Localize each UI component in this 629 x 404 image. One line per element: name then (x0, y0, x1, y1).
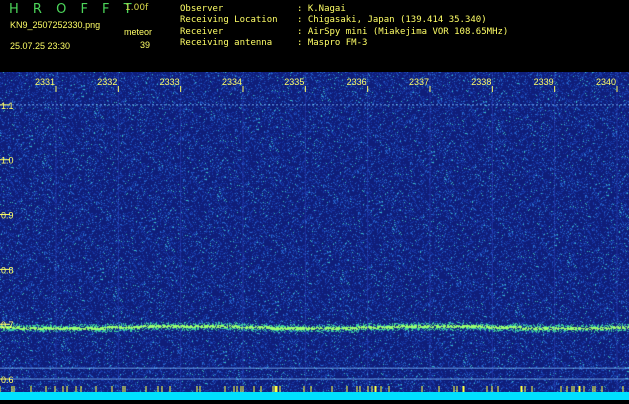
y-tick-label: 1.1 (1, 101, 14, 111)
meteor-count: 39 (140, 40, 151, 50)
x-tick-label: 2337 (409, 77, 429, 87)
x-tick-label: 2340 (596, 77, 616, 87)
observer-label: Observer (180, 4, 224, 14)
spectrogram-overlay: 1.1 1.0 0.9 0.8 0.7 0.6 2331 2332 2333 2334 2335 23… (0, 72, 629, 400)
x-tick-label: 2331 (35, 77, 55, 87)
location-value: : Chigasaki, Japan (139.414 35.340) (297, 15, 487, 25)
x-tick-label: 2336 (347, 77, 367, 87)
x-tick-label: 2338 (471, 77, 491, 87)
x-tick-label: 2339 (534, 77, 554, 87)
bottom-strip (0, 392, 629, 400)
receiver-value: : AirSpy mini (Miakejima VOR 108.65MHz) (297, 27, 509, 37)
location-label: Receiving Location (180, 15, 278, 25)
y-tick-label: 0.8 (1, 265, 14, 275)
antenna-value: : Maspro FM-3 (297, 38, 368, 48)
x-tick-label: 2333 (160, 77, 180, 87)
y-tick-label: 0.7 (1, 320, 14, 330)
meteor-label: meteor (124, 27, 153, 37)
antenna-label: Receiving antenna (180, 38, 273, 48)
spectrogram-plot[interactable]: 1.1 1.0 0.9 0.8 0.7 0.6 2331 2332 2333 2334 2335 23… (0, 72, 629, 400)
y-tick-label: 1.0 (1, 156, 14, 166)
x-tick-label: 2335 (284, 77, 304, 87)
filename-label: KN9_2507252330.png (10, 20, 101, 30)
app-title: H R O F F T (9, 2, 137, 17)
x-tick-label: 2334 (222, 77, 242, 87)
observer-value: : K.Nagai (297, 4, 346, 14)
x-tick-label: 2332 (97, 77, 117, 87)
version-label: 1.00f (125, 3, 149, 13)
y-tick-label: 0.9 (1, 211, 14, 221)
timestamp-label: 25.07.25 23:30 (10, 41, 71, 51)
y-tick-label: 0.6 (1, 375, 14, 385)
receiver-label: Receiver (180, 27, 224, 37)
